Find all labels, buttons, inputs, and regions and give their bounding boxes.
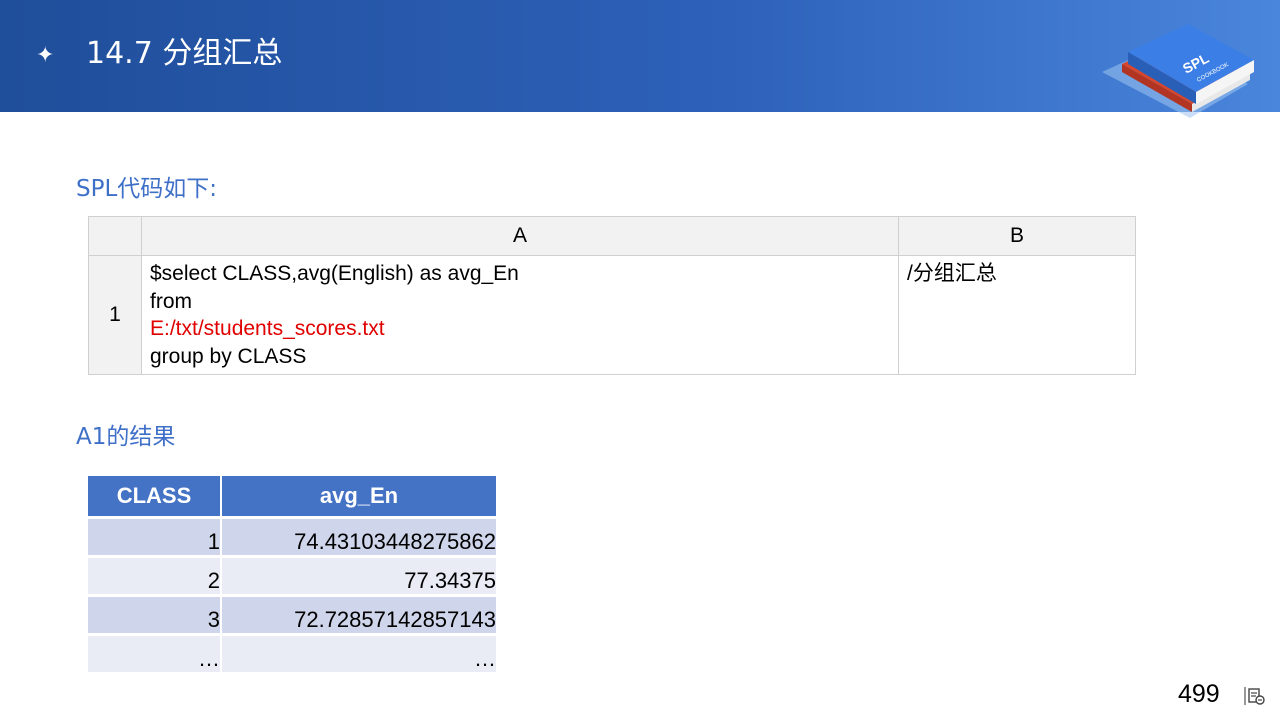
code-section-label: SPL代码如下:: [76, 176, 218, 202]
result-cell-class: …: [88, 634, 222, 675]
result-cell-avg: 77.34375: [221, 556, 498, 597]
result-cell-class: 3: [88, 595, 222, 636]
code-line-file-path: E:/txt/students_scores.txt: [150, 317, 385, 340]
page-number: 499: [1178, 680, 1220, 708]
sparkle-icon: ✦: [36, 42, 55, 67]
result-cell-class: 2: [88, 556, 222, 597]
code-line-group-by: group by CLASS: [150, 344, 307, 368]
result-table: CLASS avg_En 1 74.43103448275862 2 77.34…: [88, 476, 498, 675]
grid-corner-cell[interactable]: [88, 216, 142, 256]
slide-title: 14.7 分组汇总: [86, 36, 283, 71]
result-header-class: CLASS: [88, 476, 222, 519]
result-row: 1 74.43103448275862: [88, 517, 498, 558]
slide-header: ✦ 14.7 分组汇总 SPL COOKBOOK: [0, 0, 1280, 118]
row-header-1[interactable]: 1: [88, 255, 142, 375]
spl-cookbook-logo: SPL COOKBOOK: [1102, 24, 1254, 118]
result-row: 3 72.72857142857143: [88, 595, 498, 636]
result-row: … …: [88, 634, 498, 675]
result-cell-avg: …: [221, 634, 498, 675]
code-line-from: from: [150, 289, 192, 313]
slide-notes-icon[interactable]: [1244, 686, 1266, 706]
cell-b1-comment[interactable]: /分组汇总: [898, 255, 1136, 375]
result-header-avg-en: avg_En: [221, 476, 498, 519]
cell-a1[interactable]: $select CLASS,avg(English) as avg_En fro…: [141, 255, 899, 375]
code-line-select: $select CLASS,avg(English) as avg_En: [150, 262, 519, 285]
result-cell-avg: 74.43103448275862: [221, 517, 498, 558]
result-section-label: A1的结果: [76, 424, 176, 450]
column-header-b[interactable]: B: [898, 216, 1136, 256]
result-row: 2 77.34375: [88, 556, 498, 597]
column-header-a[interactable]: A: [141, 216, 899, 256]
result-cell-class: 1: [88, 517, 222, 558]
spl-code-grid: A B 1 $select CLASS,avg(English) as avg_…: [88, 216, 1136, 375]
result-cell-avg: 72.72857142857143: [221, 595, 498, 636]
